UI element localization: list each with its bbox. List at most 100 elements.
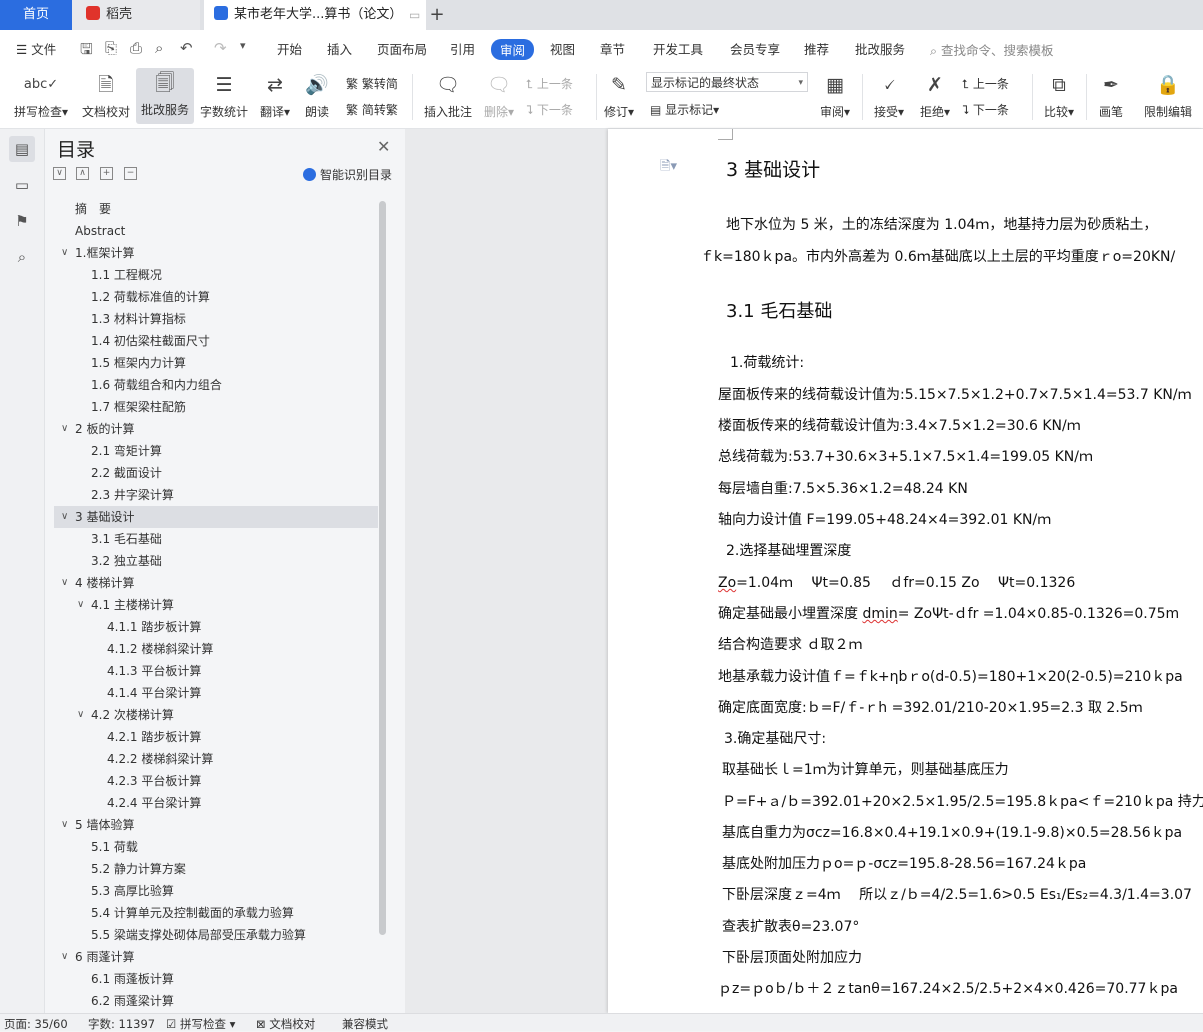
next-change-button[interactable]: ⮧ 下一条 [962,101,1009,118]
toc-item[interactable]: 4.2.1 踏步板计算 [107,726,201,748]
bookmark-icon[interactable]: ⚑ [9,208,35,234]
toc-item[interactable]: 1.4 初估梁柱截面尺寸 [91,330,210,352]
prev-change-button[interactable]: ⮤ 上一条 [962,75,1009,92]
word-count-button[interactable]: ☰ 字数统计 [198,70,250,120]
toc-item[interactable]: 5.3 高厚比验算 [91,880,174,902]
chevron-down-icon[interactable]: ∨ [61,572,68,594]
chevron-down-icon[interactable]: ∨ [61,418,68,440]
insert-comment-button[interactable]: 🗨 插入批注 [420,70,476,120]
toc-item[interactable]: 1.7 框架梁柱配筋 [91,396,186,418]
toc-item[interactable]: 1.2 荷载标准值的计算 [91,286,210,308]
toc-item[interactable]: 4.1.4 平台梁计算 [107,682,201,704]
tab-home[interactable]: 首页 [0,0,72,30]
toc-item[interactable]: 5.1 荷载 [91,836,138,858]
menu-view[interactable]: 视图 [550,39,575,58]
doc-check-button[interactable]: 🗎 文档校对 [78,70,134,120]
chevron-down-icon[interactable]: ∨ [61,946,68,968]
reject-button[interactable]: ✗ 拒绝▾ [916,70,954,120]
document-page[interactable]: 🗎▾ 3 基础设计 地下水位为 5 米，土的冻结深度为 1.04ｍ，地基持力层为… [608,129,1203,1013]
toc-item[interactable]: 1.5 框架内力计算 [91,352,186,374]
to-traditional-button[interactable]: 繁 繁转简 [346,75,398,92]
menu-recommend[interactable]: 推荐 [804,39,829,58]
print-icon[interactable]: ⎙ [130,39,142,57]
toc-item[interactable]: 1.1 工程概况 [91,264,162,286]
menu-review-service[interactable]: 批改服务 [855,39,905,58]
chevron-down-icon[interactable]: ∨ [61,814,68,836]
toc-item[interactable]: 2.1 弯矩计算 [91,440,162,462]
to-simplified-button[interactable]: 繁 简转繁 [346,101,398,118]
save-icon[interactable]: 🖫 [80,39,93,64]
tab-close-icon[interactable]: ▭ [409,0,420,30]
menu-membership[interactable]: 会员专享 [730,39,780,58]
chevron-down-icon[interactable]: ∨ [77,704,84,726]
search-icon[interactable]: ⌕ [9,244,35,270]
toc-item[interactable]: 3.1 毛石基础 [91,528,162,550]
toc-item[interactable]: ∨ 6 雨蓬计算 [61,946,134,968]
close-icon[interactable]: ✕ [377,137,390,156]
toc-item[interactable]: 1.3 材料计算指标 [91,308,186,330]
toc-item[interactable]: ∨ 4.2 次楼梯计算 [77,704,174,726]
spell-check-button[interactable]: abc✓ 拼写检查▾ [10,70,72,120]
add-heading-icon[interactable]: + [100,167,113,180]
toc-item[interactable]: Abstract [75,220,125,242]
toc-panel-icon[interactable]: ▤ [9,136,35,162]
quick-access-more-icon[interactable]: ▾ [240,39,246,52]
review-service-button[interactable]: 🗐 批改服务 [136,68,194,124]
toc-item[interactable]: 5.2 静力计算方案 [91,858,186,880]
menu-review[interactable]: 审阅 [491,39,535,60]
toc-item[interactable]: 6.2 雨蓬梁计算 [91,990,174,1012]
smart-toc-button[interactable]: 智能识别目录 [303,166,392,183]
toc-item[interactable]: 6.1 雨蓬板计算 [91,968,174,990]
tab-document[interactable]: 某市老年大学...算书（论文） ▭ [204,0,426,30]
chevron-down-icon[interactable]: ∨ [61,506,68,528]
chevron-down-icon[interactable]: ∨ [61,242,68,264]
prev-comment-button[interactable]: ⮤ 上一条 [526,75,573,92]
menu-developer[interactable]: 开发工具 [653,39,703,58]
review-pane-button[interactable]: ▦ 审阅▾ [816,70,854,120]
toc-item[interactable]: 2.3 井字梁计算 [91,484,174,506]
accept-button[interactable]: 🗸 接受▾ [870,70,908,120]
compare-button[interactable]: ⧉ 比较▾ [1040,70,1078,120]
undo-icon[interactable]: ↶ [180,39,193,57]
toc-item[interactable]: ∨ 3 基础设计 [61,506,134,528]
expand-up-icon[interactable]: ∧ [76,167,89,180]
print-preview-icon[interactable]: ⌕ [155,39,163,57]
markup-mode-select[interactable]: 显示标记的最终状态 ▾ [646,72,808,92]
toc-item[interactable]: 1.6 荷载组合和内力组合 [91,374,222,396]
file-menu[interactable]: ☰ 文件 [16,39,56,58]
restrict-edit-button[interactable]: 🔒 限制编辑 [1140,70,1196,120]
chapter-nav-icon[interactable]: ▭ [9,172,35,198]
collapse-all-icon[interactable]: ∨ [53,167,66,180]
pen-button[interactable]: ✒ 画笔 [1094,70,1128,120]
menu-start[interactable]: 开始 [277,39,302,58]
toc-scrollbar[interactable] [379,201,386,935]
toc-item[interactable]: ∨ 5 墙体验算 [61,814,134,836]
export-icon[interactable]: ⎘ [105,39,117,57]
redo-icon[interactable]: ↷ [214,39,227,57]
toc-item[interactable]: 4.1.3 平台板计算 [107,660,201,682]
delete-comment-button[interactable]: 🗨 删除▾ [480,70,518,120]
toc-item[interactable]: 4.2.2 楼梯斜梁计算 [107,748,213,770]
command-search[interactable]: ⌕ 查找命令、搜索模板 [930,40,1054,59]
toc-item[interactable]: 4.2.4 平台梁计算 [107,792,201,814]
toc-item[interactable]: 4.1.2 楼梯斜梁计算 [107,638,213,660]
toc-item[interactable]: ∨ 1.框架计算 [61,242,134,264]
toc-item[interactable]: 4.1.1 踏步板计算 [107,616,201,638]
new-tab-button[interactable]: + [426,0,448,30]
remove-heading-icon[interactable]: − [124,167,137,180]
toc-item[interactable]: 5.5 梁端支撑处砌体局部受压承载力验算 [91,924,306,946]
next-comment-button[interactable]: ⮧ 下一条 [526,101,573,118]
toc-item[interactable]: 摘 要 [75,198,111,220]
toc-item[interactable]: ∨ 4.1 主楼梯计算 [77,594,174,616]
toc-item[interactable]: 5.4 计算单元及控制截面的承载力验算 [91,902,294,924]
show-markup-button[interactable]: ▤ 显示标记▾ [650,101,719,118]
toc-item[interactable]: 3.2 独立基础 [91,550,162,572]
toc-item[interactable]: 4.2.3 平台板计算 [107,770,201,792]
chevron-down-icon[interactable]: ∨ [77,594,84,616]
tab-docer[interactable]: 稻壳 [72,0,200,30]
menu-insert[interactable]: 插入 [327,39,352,58]
track-changes-button[interactable]: ✎ 修订▾ [600,70,638,120]
menu-references[interactable]: 引用 [450,39,475,58]
toc-item[interactable]: ∨ 4 楼梯计算 [61,572,134,594]
paragraph-menu-icon[interactable]: 🗎▾ [660,157,677,179]
